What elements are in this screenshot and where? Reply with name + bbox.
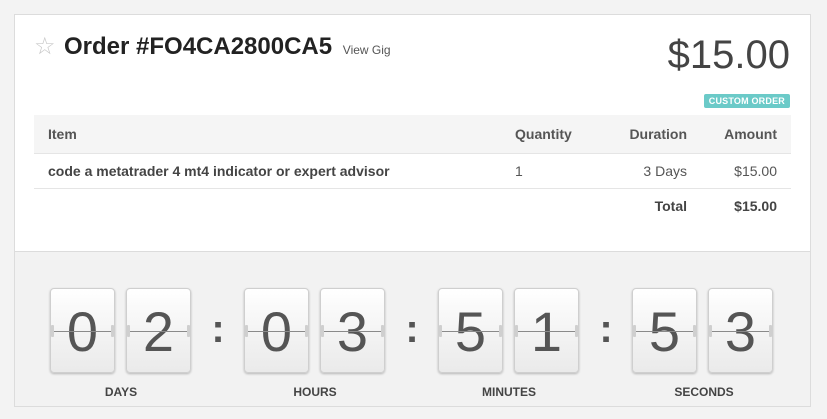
countdown-separator: : — [599, 307, 613, 351]
column-header-item: Item — [34, 115, 501, 154]
order-price: $15.00 — [667, 33, 790, 77]
column-header-amount: Amount — [701, 115, 791, 154]
view-gig-link[interactable]: View Gig — [343, 43, 391, 57]
order-card: ☆ Order #FO4CA2800CA5 View Gig $15.00 CU… — [14, 14, 811, 407]
column-header-quantity: Quantity — [501, 115, 591, 154]
countdown-label-seconds: SECONDS — [674, 385, 734, 399]
amount-cell: $15.00 — [701, 153, 791, 189]
custom-order-badge: CUSTOM ORDER — [703, 94, 790, 108]
column-header-duration: Duration — [591, 115, 701, 154]
countdown-digit-days-ones: 2 — [126, 288, 191, 373]
table-header-row: Item Quantity Duration Amount — [34, 115, 791, 154]
quantity-cell: 1 — [501, 153, 591, 189]
countdown-digit-seconds-ones: 3 — [708, 288, 773, 373]
order-header: ☆ Order #FO4CA2800CA5 View Gig $15.00 CU… — [34, 33, 790, 113]
total-label: Total — [654, 197, 687, 214]
countdown-digit-days-tens: 0 — [50, 288, 115, 373]
table-row: code a metatrader 4 mt4 indicator or exp… — [34, 153, 791, 189]
countdown-digit-hours-tens: 0 — [244, 288, 309, 373]
countdown-digit-minutes-ones: 1 — [514, 288, 579, 373]
total-value: $15.00 — [734, 197, 777, 214]
countdown-timer: 0 2 : 0 3 : 5 1 : 5 3 DAYS HOURS MINUTES… — [15, 251, 810, 406]
order-items-table: Item Quantity Duration Amount code a met… — [34, 115, 791, 223]
star-icon[interactable]: ☆ — [34, 34, 56, 58]
countdown-digit-minutes-tens: 5 — [438, 288, 503, 373]
countdown-label-minutes: MINUTES — [482, 385, 536, 399]
item-cell: code a metatrader 4 mt4 indicator or exp… — [34, 153, 501, 189]
countdown-digit-seconds-tens: 5 — [632, 288, 697, 373]
order-title: Order #FO4CA2800CA5 View Gig — [64, 33, 391, 61]
total-row: Total $15.00 — [34, 188, 791, 223]
countdown-label-days: DAYS — [104, 385, 138, 399]
countdown-label-hours: HOURS — [293, 385, 337, 399]
duration-cell: 3 Days — [591, 153, 701, 189]
countdown-separator: : — [405, 307, 419, 351]
total-spacer — [501, 188, 591, 223]
countdown-separator: : — [211, 307, 225, 351]
order-title-text: Order #FO4CA2800CA5 — [64, 33, 333, 60]
countdown-digit-hours-ones: 3 — [320, 288, 385, 373]
total-spacer — [34, 188, 501, 223]
